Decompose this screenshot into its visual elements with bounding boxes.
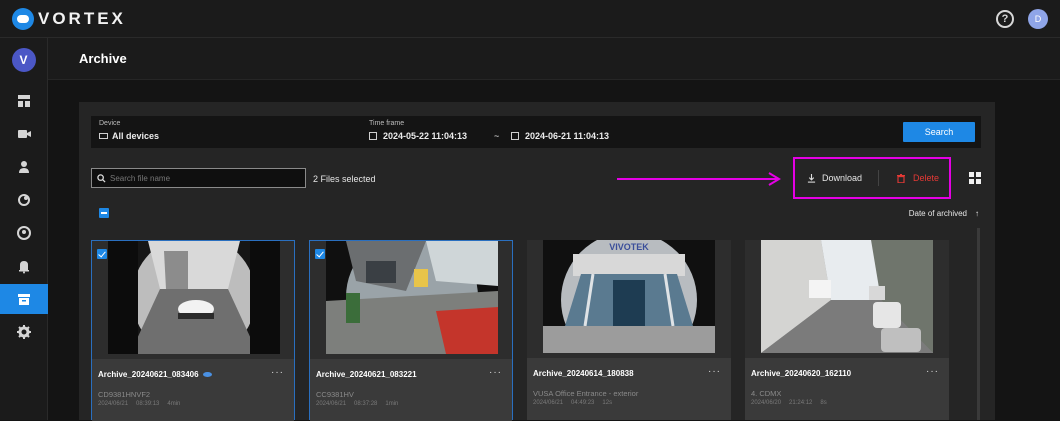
eye-icon xyxy=(202,372,212,377)
more-options-icon[interactable]: ··· xyxy=(489,367,502,378)
person-icon xyxy=(19,161,29,173)
dashboard-icon xyxy=(18,95,30,107)
annotation-arrow xyxy=(617,172,781,186)
thumbnail: VIVOTEK xyxy=(543,240,715,353)
org-avatar[interactable]: V xyxy=(11,48,36,72)
download-label: Download xyxy=(822,173,863,183)
archive-panel: Device All devices Time frame 2024-05-22… xyxy=(79,102,995,421)
bell-icon xyxy=(19,261,29,274)
delete-label: Delete xyxy=(913,173,940,183)
card-title: Archive_20240620_162110 xyxy=(751,369,852,378)
page-header: Archive xyxy=(48,38,1060,80)
card-device: CC9381HV xyxy=(316,390,354,399)
delete-button[interactable]: Delete xyxy=(897,173,939,183)
card-title: Archive_20240621_083406 xyxy=(98,370,212,379)
help-icon[interactable]: ? xyxy=(996,10,1014,28)
grid-view-toggle[interactable] xyxy=(969,172,981,184)
sidebar-item-alarms[interactable] xyxy=(0,251,48,281)
card-device: 4. CDMX xyxy=(751,389,782,398)
sidebar-item-tags[interactable] xyxy=(0,185,48,215)
more-options-icon[interactable]: ··· xyxy=(271,367,284,378)
card-meta: 2024/06/21 08:39:13 4min xyxy=(98,401,181,407)
sidebar-item-archive[interactable] xyxy=(0,284,48,314)
face-icon xyxy=(17,226,31,240)
card-title: Archive_20240621_083221 xyxy=(316,370,417,379)
sort-direction-icon[interactable]: ↑ xyxy=(975,209,979,218)
toolbar-divider xyxy=(878,170,879,186)
camera-icon xyxy=(18,130,31,138)
card-device: VUSA Office Entrance - exterior xyxy=(533,389,639,398)
calendar-icon xyxy=(369,132,377,140)
vortex-logo[interactable]: VORTEX xyxy=(12,7,126,30)
sidebar-item-devices[interactable] xyxy=(0,119,48,149)
thumbnail xyxy=(108,241,280,354)
timeframe-label: Time frame xyxy=(369,120,405,127)
archive-card[interactable]: Archive_20240621_083221 ··· CC9381HV 202… xyxy=(309,240,513,421)
calendar-icon xyxy=(511,132,519,140)
sort-label: Date of archived xyxy=(908,209,967,218)
search-button[interactable]: Search xyxy=(903,122,975,142)
device-label: Device xyxy=(99,120,121,127)
sort-control[interactable]: Date of archived ↑ xyxy=(909,209,979,218)
camera-icon xyxy=(99,133,108,139)
sidebar-item-dashboard[interactable] xyxy=(0,86,48,116)
card-meta: 2024/06/21 08:37:28 1min xyxy=(316,401,399,407)
archive-card[interactable]: Archive_20240620_162110 ··· 4. CDMX 2024… xyxy=(745,240,949,420)
card-device: CD9381HNVF2 xyxy=(98,390,151,399)
more-options-icon[interactable]: ··· xyxy=(926,366,939,377)
card-info: Archive_20240621_083221 ··· CC9381HV 202… xyxy=(310,359,512,421)
svg-text:VIVOTEK: VIVOTEK xyxy=(609,242,649,252)
device-value: All devices xyxy=(112,131,160,141)
user-avatar[interactable]: D xyxy=(1028,9,1048,29)
logo-text: VORTEX xyxy=(38,8,126,28)
thumbnail xyxy=(326,241,498,354)
card-info: Archive_20240620_162110 ··· 4. CDMX 2024… xyxy=(745,358,949,420)
card-info: Archive_20240614_180838 ··· VUSA Office … xyxy=(527,358,731,420)
tag-icon xyxy=(18,194,30,206)
range-separator: ~ xyxy=(494,131,500,141)
sidebar-item-users[interactable] xyxy=(0,152,48,182)
archive-card[interactable]: VIVOTEK Archive_20240614_180838 ··· VUSA… xyxy=(527,240,731,420)
select-all-checkbox[interactable] xyxy=(99,208,109,218)
search-input[interactable] xyxy=(110,173,290,183)
card-meta: 2024/06/20 21:24:12 8s xyxy=(751,400,827,406)
top-bar: VORTEX ? D xyxy=(0,0,1060,38)
gear-icon xyxy=(17,325,31,339)
device-select[interactable]: All devices xyxy=(99,131,159,141)
end-date-picker[interactable]: 2024-06-21 11:04:13 xyxy=(511,131,609,141)
trash-icon xyxy=(897,173,905,183)
sidebar-item-settings[interactable] xyxy=(0,317,48,347)
archive-card[interactable]: Archive_20240621_083406 ··· CD9381HNVF2 … xyxy=(91,240,295,421)
vortex-logo-icon xyxy=(12,7,34,30)
sidebar: V xyxy=(0,38,48,420)
download-button[interactable]: Download xyxy=(807,173,862,183)
card-checkbox[interactable] xyxy=(97,249,107,259)
thumbnail xyxy=(761,240,933,353)
start-date-picker[interactable]: 2024-05-22 11:04:13 xyxy=(369,131,467,141)
card-checkbox[interactable] xyxy=(315,249,325,259)
card-info: Archive_20240621_083406 ··· CD9381HNVF2 … xyxy=(92,359,294,421)
download-icon xyxy=(807,173,816,183)
file-search-box[interactable] xyxy=(91,168,306,188)
search-icon xyxy=(97,173,106,183)
card-meta: 2024/06/21 04:49:23 12s xyxy=(533,400,613,406)
archive-icon xyxy=(18,294,30,305)
start-datetime: 2024-05-22 11:04:13 xyxy=(383,131,468,141)
sidebar-item-recognition[interactable] xyxy=(0,218,48,248)
card-title: Archive_20240614_180838 xyxy=(533,369,634,378)
more-options-icon[interactable]: ··· xyxy=(708,366,721,377)
end-datetime: 2024-06-21 11:04:13 xyxy=(525,131,610,141)
filter-bar: Device All devices Time frame 2024-05-22… xyxy=(91,116,981,148)
scrollbar[interactable] xyxy=(977,228,980,420)
page-title: Archive xyxy=(79,51,127,66)
files-selected-count: 2 Files selected xyxy=(313,174,376,184)
